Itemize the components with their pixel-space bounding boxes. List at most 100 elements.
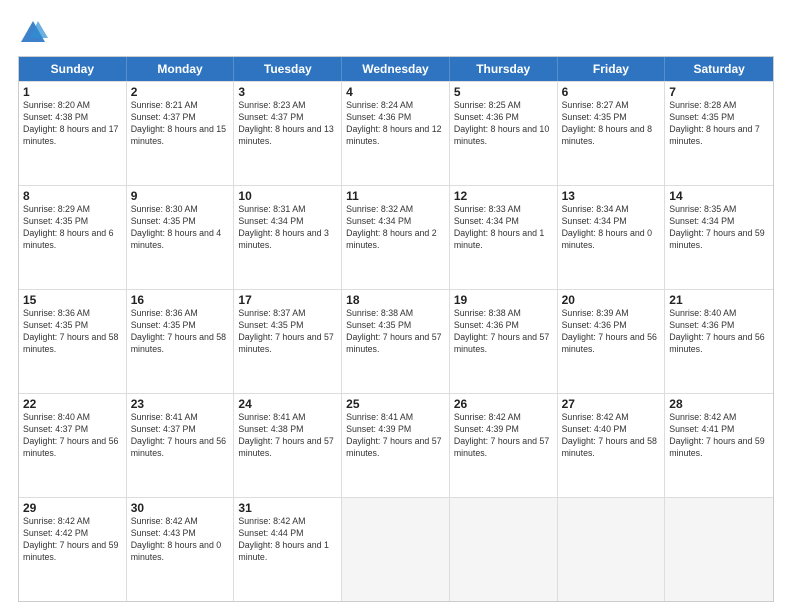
day-number: 14 [669, 189, 769, 203]
calendar-cell: 2Sunrise: 8:21 AM Sunset: 4:37 PM Daylig… [127, 82, 235, 185]
cell-info: Sunrise: 8:37 AM Sunset: 4:35 PM Dayligh… [238, 308, 337, 356]
cell-info: Sunrise: 8:28 AM Sunset: 4:35 PM Dayligh… [669, 100, 769, 148]
calendar-cell: 1Sunrise: 8:20 AM Sunset: 4:38 PM Daylig… [19, 82, 127, 185]
logo [18, 18, 52, 48]
cell-info: Sunrise: 8:40 AM Sunset: 4:36 PM Dayligh… [669, 308, 769, 356]
day-number: 1 [23, 85, 122, 99]
calendar-cell: 15Sunrise: 8:36 AM Sunset: 4:35 PM Dayli… [19, 290, 127, 393]
cell-info: Sunrise: 8:39 AM Sunset: 4:36 PM Dayligh… [562, 308, 661, 356]
header-day-wednesday: Wednesday [342, 57, 450, 81]
cell-info: Sunrise: 8:24 AM Sunset: 4:36 PM Dayligh… [346, 100, 445, 148]
calendar-cell: 11Sunrise: 8:32 AM Sunset: 4:34 PM Dayli… [342, 186, 450, 289]
day-number: 3 [238, 85, 337, 99]
calendar-cell: 7Sunrise: 8:28 AM Sunset: 4:35 PM Daylig… [665, 82, 773, 185]
day-number: 12 [454, 189, 553, 203]
cell-info: Sunrise: 8:40 AM Sunset: 4:37 PM Dayligh… [23, 412, 122, 460]
calendar-cell: 31Sunrise: 8:42 AM Sunset: 4:44 PM Dayli… [234, 498, 342, 601]
cell-info: Sunrise: 8:33 AM Sunset: 4:34 PM Dayligh… [454, 204, 553, 252]
header-day-thursday: Thursday [450, 57, 558, 81]
cell-info: Sunrise: 8:25 AM Sunset: 4:36 PM Dayligh… [454, 100, 553, 148]
header-day-sunday: Sunday [19, 57, 127, 81]
calendar-cell: 27Sunrise: 8:42 AM Sunset: 4:40 PM Dayli… [558, 394, 666, 497]
calendar-cell: 4Sunrise: 8:24 AM Sunset: 4:36 PM Daylig… [342, 82, 450, 185]
cell-info: Sunrise: 8:23 AM Sunset: 4:37 PM Dayligh… [238, 100, 337, 148]
calendar-cell [665, 498, 773, 601]
calendar-cell: 13Sunrise: 8:34 AM Sunset: 4:34 PM Dayli… [558, 186, 666, 289]
calendar-row-1: 1Sunrise: 8:20 AM Sunset: 4:38 PM Daylig… [19, 81, 773, 185]
day-number: 27 [562, 397, 661, 411]
calendar-cell: 17Sunrise: 8:37 AM Sunset: 4:35 PM Dayli… [234, 290, 342, 393]
calendar-body: 1Sunrise: 8:20 AM Sunset: 4:38 PM Daylig… [19, 81, 773, 601]
day-number: 4 [346, 85, 445, 99]
calendar-header: SundayMondayTuesdayWednesdayThursdayFrid… [19, 57, 773, 81]
day-number: 22 [23, 397, 122, 411]
header-day-saturday: Saturday [665, 57, 773, 81]
day-number: 21 [669, 293, 769, 307]
calendar-cell: 9Sunrise: 8:30 AM Sunset: 4:35 PM Daylig… [127, 186, 235, 289]
day-number: 31 [238, 501, 337, 515]
day-number: 28 [669, 397, 769, 411]
day-number: 25 [346, 397, 445, 411]
cell-info: Sunrise: 8:42 AM Sunset: 4:44 PM Dayligh… [238, 516, 337, 564]
calendar-row-3: 15Sunrise: 8:36 AM Sunset: 4:35 PM Dayli… [19, 289, 773, 393]
day-number: 6 [562, 85, 661, 99]
calendar-cell [450, 498, 558, 601]
header [18, 18, 774, 48]
cell-info: Sunrise: 8:42 AM Sunset: 4:41 PM Dayligh… [669, 412, 769, 460]
cell-info: Sunrise: 8:41 AM Sunset: 4:39 PM Dayligh… [346, 412, 445, 460]
calendar-cell: 30Sunrise: 8:42 AM Sunset: 4:43 PM Dayli… [127, 498, 235, 601]
cell-info: Sunrise: 8:36 AM Sunset: 4:35 PM Dayligh… [23, 308, 122, 356]
day-number: 11 [346, 189, 445, 203]
day-number: 24 [238, 397, 337, 411]
day-number: 9 [131, 189, 230, 203]
cell-info: Sunrise: 8:29 AM Sunset: 4:35 PM Dayligh… [23, 204, 122, 252]
day-number: 26 [454, 397, 553, 411]
day-number: 16 [131, 293, 230, 307]
cell-info: Sunrise: 8:38 AM Sunset: 4:35 PM Dayligh… [346, 308, 445, 356]
cell-info: Sunrise: 8:42 AM Sunset: 4:42 PM Dayligh… [23, 516, 122, 564]
day-number: 17 [238, 293, 337, 307]
cell-info: Sunrise: 8:41 AM Sunset: 4:38 PM Dayligh… [238, 412, 337, 460]
day-number: 18 [346, 293, 445, 307]
day-number: 15 [23, 293, 122, 307]
calendar-cell: 20Sunrise: 8:39 AM Sunset: 4:36 PM Dayli… [558, 290, 666, 393]
calendar-cell: 5Sunrise: 8:25 AM Sunset: 4:36 PM Daylig… [450, 82, 558, 185]
cell-info: Sunrise: 8:42 AM Sunset: 4:43 PM Dayligh… [131, 516, 230, 564]
calendar-row-2: 8Sunrise: 8:29 AM Sunset: 4:35 PM Daylig… [19, 185, 773, 289]
cell-info: Sunrise: 8:31 AM Sunset: 4:34 PM Dayligh… [238, 204, 337, 252]
calendar-cell: 8Sunrise: 8:29 AM Sunset: 4:35 PM Daylig… [19, 186, 127, 289]
day-number: 20 [562, 293, 661, 307]
calendar-cell: 21Sunrise: 8:40 AM Sunset: 4:36 PM Dayli… [665, 290, 773, 393]
calendar-cell: 22Sunrise: 8:40 AM Sunset: 4:37 PM Dayli… [19, 394, 127, 497]
calendar-cell: 19Sunrise: 8:38 AM Sunset: 4:36 PM Dayli… [450, 290, 558, 393]
day-number: 29 [23, 501, 122, 515]
cell-info: Sunrise: 8:20 AM Sunset: 4:38 PM Dayligh… [23, 100, 122, 148]
calendar-cell: 16Sunrise: 8:36 AM Sunset: 4:35 PM Dayli… [127, 290, 235, 393]
calendar-cell [558, 498, 666, 601]
cell-info: Sunrise: 8:27 AM Sunset: 4:35 PM Dayligh… [562, 100, 661, 148]
calendar-cell: 29Sunrise: 8:42 AM Sunset: 4:42 PM Dayli… [19, 498, 127, 601]
cell-info: Sunrise: 8:42 AM Sunset: 4:39 PM Dayligh… [454, 412, 553, 460]
cell-info: Sunrise: 8:21 AM Sunset: 4:37 PM Dayligh… [131, 100, 230, 148]
calendar-cell: 6Sunrise: 8:27 AM Sunset: 4:35 PM Daylig… [558, 82, 666, 185]
cell-info: Sunrise: 8:38 AM Sunset: 4:36 PM Dayligh… [454, 308, 553, 356]
calendar: SundayMondayTuesdayWednesdayThursdayFrid… [18, 56, 774, 602]
header-day-friday: Friday [558, 57, 666, 81]
calendar-row-4: 22Sunrise: 8:40 AM Sunset: 4:37 PM Dayli… [19, 393, 773, 497]
day-number: 13 [562, 189, 661, 203]
page: SundayMondayTuesdayWednesdayThursdayFrid… [0, 0, 792, 612]
header-day-tuesday: Tuesday [234, 57, 342, 81]
day-number: 23 [131, 397, 230, 411]
calendar-cell: 14Sunrise: 8:35 AM Sunset: 4:34 PM Dayli… [665, 186, 773, 289]
calendar-cell: 26Sunrise: 8:42 AM Sunset: 4:39 PM Dayli… [450, 394, 558, 497]
cell-info: Sunrise: 8:36 AM Sunset: 4:35 PM Dayligh… [131, 308, 230, 356]
calendar-cell: 18Sunrise: 8:38 AM Sunset: 4:35 PM Dayli… [342, 290, 450, 393]
calendar-cell: 3Sunrise: 8:23 AM Sunset: 4:37 PM Daylig… [234, 82, 342, 185]
calendar-cell: 12Sunrise: 8:33 AM Sunset: 4:34 PM Dayli… [450, 186, 558, 289]
day-number: 5 [454, 85, 553, 99]
logo-icon [18, 18, 48, 48]
cell-info: Sunrise: 8:32 AM Sunset: 4:34 PM Dayligh… [346, 204, 445, 252]
header-day-monday: Monday [127, 57, 235, 81]
calendar-row-5: 29Sunrise: 8:42 AM Sunset: 4:42 PM Dayli… [19, 497, 773, 601]
day-number: 8 [23, 189, 122, 203]
